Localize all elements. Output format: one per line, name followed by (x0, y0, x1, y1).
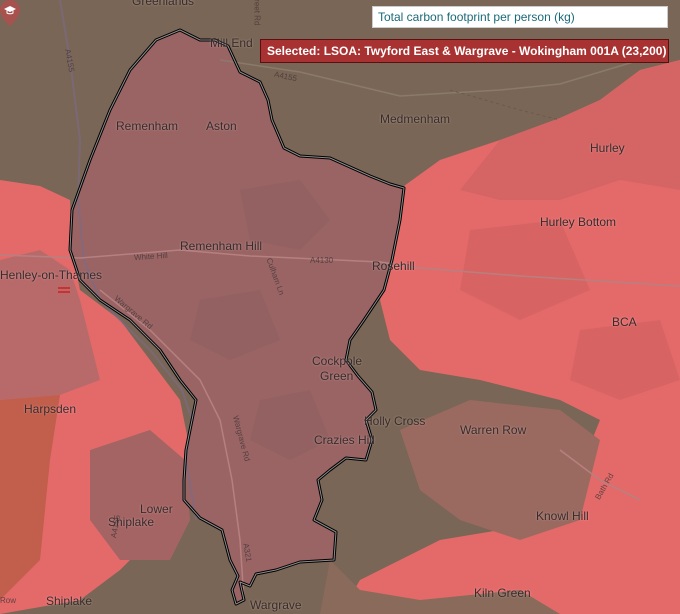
place-shiplake: Shiplake (46, 594, 93, 608)
place-bca: BCA (612, 315, 637, 329)
selected-area-badge: Selected: LSOA: Twyford East & Wargrave … (260, 39, 669, 63)
map-view[interactable]: Greenlands Mill End Remenham Aston Medme… (0, 0, 680, 614)
place-cockpole: Cockpole (312, 354, 363, 368)
place-lower: Lower (140, 502, 173, 516)
road-label-row: Row (0, 596, 17, 605)
place-green: Green (320, 369, 354, 383)
place-remenham-hill: Remenham Hill (180, 239, 263, 253)
place-warren-row: Warren Row (460, 423, 527, 437)
place-mill-end: Mill End (210, 36, 253, 50)
place-rosehill: Rosehill (372, 259, 415, 273)
metric-selector[interactable]: Total carbon footprint per person (kg) (372, 6, 668, 28)
place-remenham: Remenham (116, 119, 179, 133)
place-knowl-hill: Knowl Hill (536, 509, 589, 523)
place-harpsden: Harpsden (24, 402, 77, 416)
place-medmenham: Medmenham (380, 112, 451, 126)
graduation-cap-pin-icon[interactable] (0, 0, 20, 26)
place-aston: Aston (206, 119, 237, 133)
place-greenlands: Greenlands (132, 0, 195, 8)
place-henley: Henley-on-Thames (0, 268, 103, 282)
place-hurley: Hurley (590, 141, 625, 155)
place-wargrave: Wargrave (250, 598, 302, 612)
road-label-a4130: A4130 (310, 256, 334, 265)
road-label-street-rd: Street Rd (252, 0, 262, 26)
place-kiln-green: Kiln Green (474, 586, 531, 600)
place-hurley-bottom: Hurley Bottom (540, 215, 617, 229)
place-crazies-hill: Crazies Hill (314, 433, 375, 447)
place-holly-cross: Holly Cross (364, 414, 426, 428)
